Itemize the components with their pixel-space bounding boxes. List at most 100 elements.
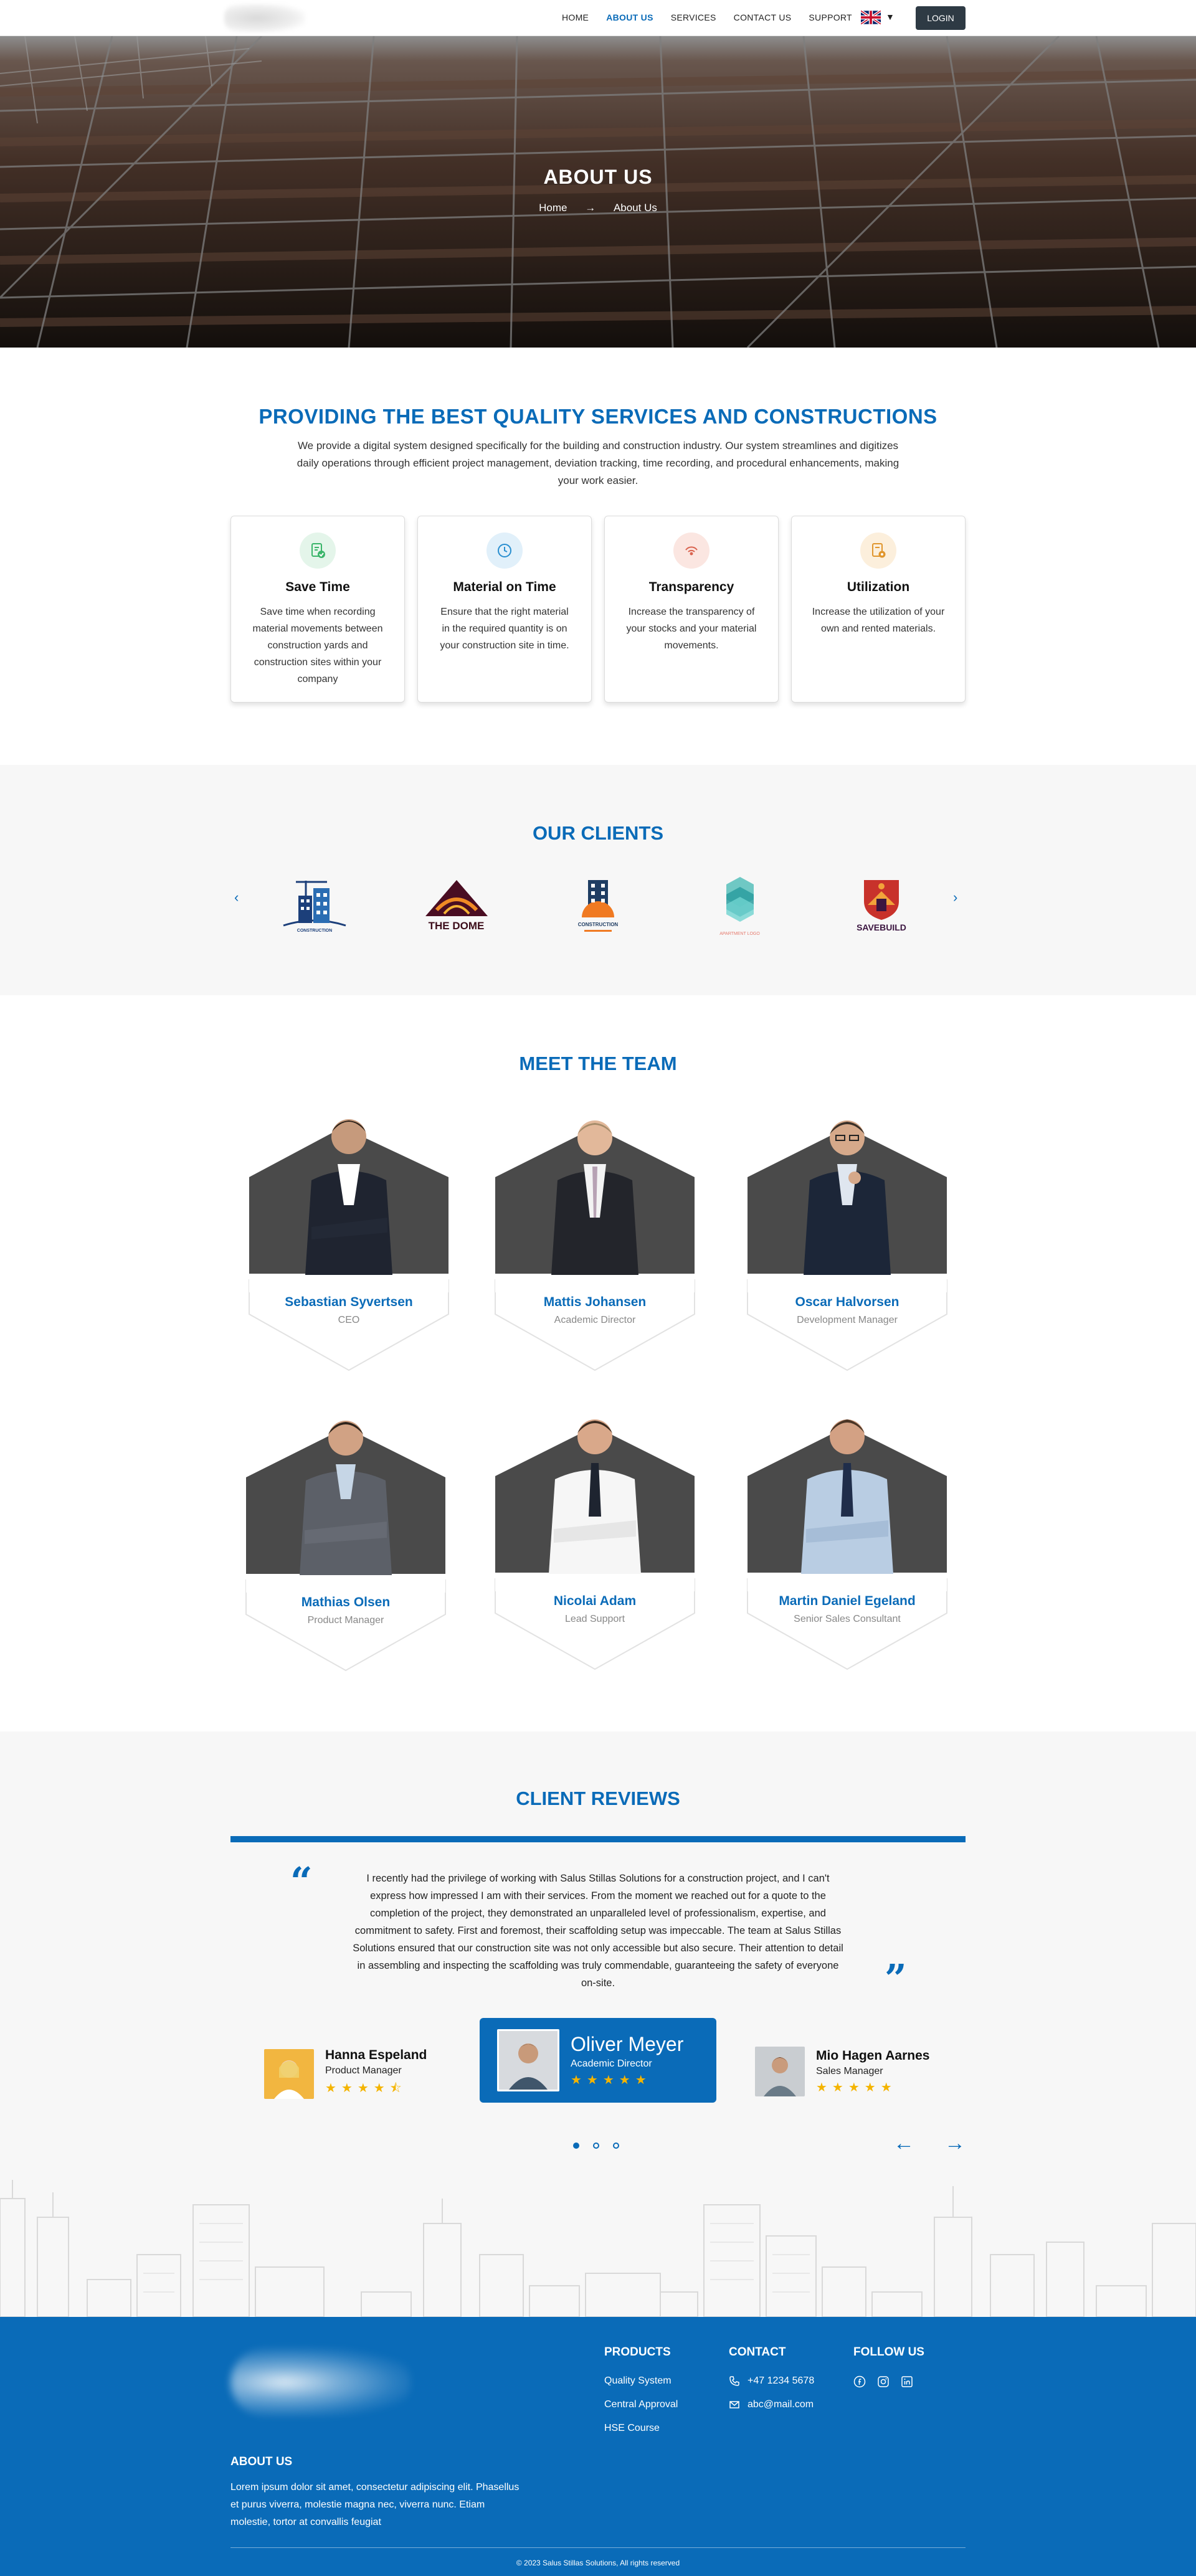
team-member-photo xyxy=(245,1421,446,1672)
feature-text: Ensure that the right material in the re… xyxy=(440,607,569,651)
team-member-card[interactable]: Oscar Halvorsen Development Manager xyxy=(741,1099,953,1373)
footer-product-link[interactable]: Central Approval xyxy=(604,2399,678,2410)
footer-product-link[interactable]: HSE Course xyxy=(604,2423,678,2434)
footer-follow-title: FOLLOW US xyxy=(853,2346,924,2359)
member-role: Senior Sales Consultant xyxy=(794,1614,901,1624)
member-role: CEO xyxy=(338,1315,360,1325)
reviewer-role: Sales Manager xyxy=(816,2065,883,2076)
client-logos: CONSTRUCTION THE DOME CONSTRUCTION APART… xyxy=(268,871,928,939)
client-logo-construction-2[interactable]: CONSTRUCTION xyxy=(551,871,645,939)
footer-about-title: ABOUT US xyxy=(230,2455,293,2468)
clients-prev-arrow-icon[interactable]: ‹ xyxy=(234,889,239,906)
footer-products-title: PRODUCTS xyxy=(604,2346,671,2359)
star-rating: ★★★★★ xyxy=(816,2080,897,2095)
client-logo-savebuild[interactable]: SAVEBUILD xyxy=(835,871,928,939)
footer-products-column: PRODUCTS Quality System Central Approval… xyxy=(604,2346,678,2446)
feature-text: Save time when recording material moveme… xyxy=(252,607,383,684)
social-links xyxy=(853,2375,924,2388)
nav-links: HOME ABOUT US SERVICES CONTACT US SUPPOR… xyxy=(562,12,870,22)
footer-logo[interactable] xyxy=(230,2348,411,2417)
pagination-dot[interactable] xyxy=(573,2143,579,2149)
reviewer-name: Oliver Meyer xyxy=(571,2033,684,2055)
team-member-card[interactable]: Nicolai Adam Lead Support xyxy=(489,1398,701,1672)
clients-section: OUR CLIENTS ‹ › CONSTRUCTION THE DOME CO… xyxy=(0,765,1196,995)
facebook-icon[interactable] xyxy=(853,2375,866,2388)
reviewer-card[interactable]: Hanna Espeland Product Manager ★★★★⯪ xyxy=(264,2048,427,2100)
footer-about-text: Lorem ipsum dolor sit amet, consectetur … xyxy=(230,2482,520,2527)
login-button[interactable]: LOGIN xyxy=(916,6,966,30)
signal-icon xyxy=(673,533,710,569)
close-quote-icon: ” xyxy=(885,1956,907,2001)
reviewer-name: Hanna Espeland xyxy=(325,2048,427,2062)
clients-next-arrow-icon[interactable]: › xyxy=(953,889,957,906)
footer-divider xyxy=(230,2547,966,2548)
feature-cards: Save Time Save time when recording mater… xyxy=(230,516,966,703)
reviewer-card-active[interactable]: Oliver Meyer Academic Director ★★★★★ xyxy=(480,2018,716,2103)
reviews-prev-arrow-icon[interactable]: ← xyxy=(893,2131,914,2156)
footer-follow-column: FOLLOW US xyxy=(853,2346,924,2388)
footer-phone[interactable]: +47 1234 5678 xyxy=(729,2375,814,2387)
team-title: MEET THE TEAM xyxy=(519,1053,677,1074)
reviewer-avatar xyxy=(497,2029,559,2091)
feature-title: Save Time xyxy=(285,580,350,594)
instagram-icon[interactable] xyxy=(877,2375,890,2388)
footer-contact-column: CONTACT +47 1234 5678 abc@mail.com xyxy=(729,2346,814,2423)
pagination-dot[interactable] xyxy=(593,2143,599,2149)
nav-support[interactable]: SUPPORT xyxy=(809,12,852,22)
member-name: Sebastian Syvertsen xyxy=(285,1295,413,1309)
feature-text: Increase the utilization of your own and… xyxy=(812,607,945,634)
linkedin-icon[interactable] xyxy=(901,2375,913,2388)
hero-overlay xyxy=(0,36,1196,348)
member-role: Academic Director xyxy=(554,1315,636,1325)
copyright-text: 2023 Salus Stillas Solutions, All rights… xyxy=(524,2559,680,2567)
client-logo-the-dome[interactable]: THE DOME xyxy=(410,871,503,939)
review-text: I recently had the privilege of working … xyxy=(353,1873,843,1989)
nav-home[interactable]: HOME xyxy=(562,12,589,22)
feature-card-save-time: Save Time Save time when recording mater… xyxy=(230,516,405,703)
footer-email[interactable]: abc@mail.com xyxy=(729,2399,814,2410)
company-logo[interactable] xyxy=(224,4,305,32)
feature-card-material-on-time: Material on Time Ensure that the right m… xyxy=(417,516,592,703)
reviewer-role: Product Manager xyxy=(325,2065,402,2076)
team-member-card[interactable]: Martin Daniel Egeland Senior Sales Consu… xyxy=(741,1398,953,1672)
reviews-next-arrow-icon[interactable]: → xyxy=(944,2131,966,2156)
member-role: Lead Support xyxy=(564,1614,625,1624)
reviews-title: CLIENT REVIEWS xyxy=(516,1788,680,1809)
feature-card-transparency: Transparency Increase the transparency o… xyxy=(604,516,779,703)
document-settings-icon xyxy=(860,533,896,569)
member-name: Martin Daniel Egeland xyxy=(779,1594,916,1608)
team-member-card[interactable]: Mathias Olsen Product Manager xyxy=(240,1399,452,1674)
team-member-card[interactable]: Mattis Johansen Academic Director xyxy=(489,1099,701,1373)
member-role: Product Manager xyxy=(307,1615,384,1626)
team-member-photo xyxy=(249,1119,449,1371)
uk-flag-icon[interactable] xyxy=(861,11,881,24)
services-title: PROVIDING THE BEST QUALITY SERVICES AND … xyxy=(259,405,937,428)
city-skyline-illustration xyxy=(0,2180,1196,2317)
review-pagination xyxy=(573,2143,619,2149)
member-role: Development Manager xyxy=(797,1315,898,1325)
nav-contact-us[interactable]: CONTACT US xyxy=(734,12,792,22)
reviewer-avatar xyxy=(755,2047,805,2096)
nav-about-us[interactable]: ABOUT US xyxy=(606,12,653,22)
team-member-card[interactable]: Sebastian Syvertsen CEO xyxy=(243,1099,455,1373)
top-navbar: HOME ABOUT US SERVICES CONTACT US SUPPOR… xyxy=(0,0,1196,36)
client-logo-text: SAVEBUILD xyxy=(857,922,906,932)
clients-title: OUR CLIENTS xyxy=(532,822,664,844)
footer-product-link[interactable]: Quality System xyxy=(604,2375,678,2387)
client-logo-apartment[interactable]: APARTMENT LOGO xyxy=(693,871,787,939)
reviewer-card[interactable]: Mio Hagen Aarnes Sales Manager ★★★★★ xyxy=(755,2047,929,2096)
client-logo-text: THE DOME xyxy=(428,920,485,932)
feature-card-utilization: Utilization Increase the utilization of … xyxy=(791,516,966,703)
reviewer-avatar xyxy=(264,2049,314,2099)
breadcrumb-home[interactable]: Home xyxy=(539,202,567,214)
breadcrumb-current: About Us xyxy=(613,202,657,214)
reviewer-role: Academic Director xyxy=(571,2058,652,2069)
pagination-dot[interactable] xyxy=(613,2143,619,2149)
nav-services[interactable]: SERVICES xyxy=(671,12,716,22)
reviews-accent-bar xyxy=(230,1836,966,1842)
client-logo-text: CONSTRUCTION xyxy=(578,922,619,927)
feature-text: Increase the transparency of your stocks… xyxy=(626,607,757,651)
phone-icon xyxy=(729,2376,739,2386)
client-logo-construction-1[interactable]: CONSTRUCTION xyxy=(268,871,361,939)
language-dropdown-icon[interactable]: ▼ xyxy=(886,12,895,22)
